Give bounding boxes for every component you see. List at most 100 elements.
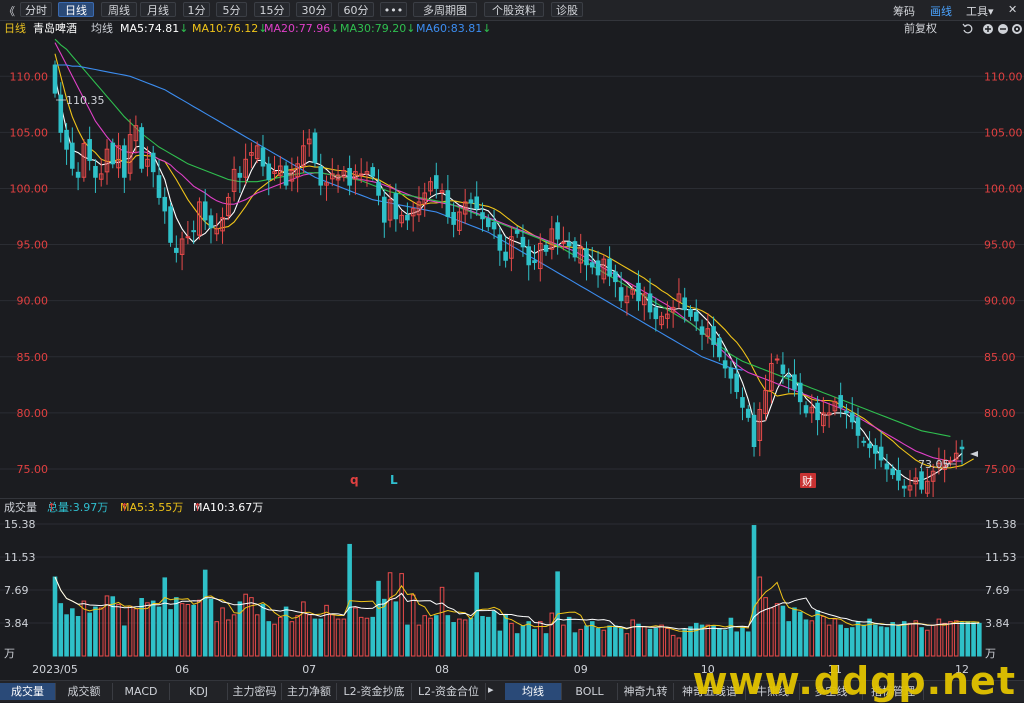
volume-bar-2 [64,614,69,657]
ma5-value: MA5:74.81↓ [120,22,189,35]
volume-bar-130 [803,619,809,657]
draw-line-button[interactable]: 画线 [930,3,952,19]
period-button-1[interactable]: 日线 [58,2,94,17]
volume-bar-147 [901,621,907,657]
price-tick-right-5: 85.00 [984,351,1016,364]
overlay-tab-2[interactable]: 神奇九转 [618,683,674,700]
close-icon[interactable]: ✕ [1008,3,1017,16]
period-button-4[interactable]: 1分 [183,2,210,17]
volume-bar-57 [382,598,387,657]
volume-bar-74 [480,616,485,657]
candle-132 [815,402,820,421]
volume-bar-72 [468,617,474,657]
svg-text:110.35: 110.35 [66,94,105,107]
volume-bar-32 [237,601,243,657]
settings-icon[interactable] [1012,24,1022,34]
period-button-11[interactable]: 个股资料 [484,2,544,17]
candle-7 [93,165,98,178]
candle-61 [405,214,410,221]
zoom-in-icon[interactable] [983,24,993,34]
volume-chart[interactable]: 15.38 15.3811.53 11.537.69 7.693.84 3.84万万 2… [0,516,1024,680]
candle-0 [52,64,58,94]
volume-bar-83 [532,628,537,657]
volume-bar-78 [503,614,508,657]
candle-139 [855,417,861,436]
overlay-tab-1[interactable]: BOLL [562,683,618,700]
volume-tick-right-3: 3.84 [985,617,1010,630]
price-tick-left-1: 105.00 [10,126,49,139]
period-button-12[interactable]: 诊股 [551,2,583,17]
volume-bar-128 [792,607,797,657]
watermark: www.ddgp.net [692,659,1016,703]
period-button-6[interactable]: 15分 [254,2,290,17]
volume-bar-76 [491,610,497,657]
date-tick-2: 07 [302,663,316,676]
l-marker: L [390,473,398,487]
candle-32 [237,172,243,178]
scroll-right-icon[interactable]: ▸ [488,683,494,696]
volume-bar-81 [520,625,526,657]
volume-bar-143 [878,626,884,657]
indicator-tab-5[interactable]: 主力净额 [282,683,337,700]
volume-bar-85 [543,633,549,657]
indicator-tab-2[interactable]: MACD [113,683,170,700]
candle-89 [566,241,572,247]
volume-bar-12 [122,625,127,657]
chips-button[interactable]: 筹码 [893,3,915,19]
candle-146 [896,470,901,481]
volume-bar-7 [93,606,98,657]
adjust-selector[interactable]: 前复权 [904,21,937,37]
candle-141 [867,443,872,449]
candle-129 [797,382,803,403]
candle-140 [861,440,867,443]
candle-126 [780,364,786,375]
undo-icon[interactable] [962,23,973,34]
volume-bar-160 [977,622,982,657]
q-marker: q [350,473,359,487]
volume-bar-59 [393,601,399,657]
volume-bar-140 [861,624,867,657]
indicator-tab-4[interactable]: 主力密码 [228,683,282,700]
period-button-7[interactable]: 30分 [296,2,332,17]
period-label: 日线 [4,22,26,35]
indicator-tab-1[interactable]: 成交额 [56,683,113,700]
indicator-tab-6[interactable]: L2-资金抄底 [337,683,412,700]
candle-130 [803,405,809,414]
candle-78 [503,251,508,261]
candle-136 [838,395,843,408]
volume-bar-127 [786,621,791,657]
period-button-9[interactable]: ••• [380,2,407,17]
volume-bar-17 [150,600,156,657]
period-button-8[interactable]: 60分 [338,2,374,17]
period-button-3[interactable]: 月线 [140,2,176,17]
price-tick-left-4: 90.00 [17,295,49,308]
candle-4 [75,171,81,178]
period-button-5[interactable]: 5分 [216,2,247,17]
candle-116 [722,360,728,369]
finance-marker[interactable]: 财 [800,473,816,488]
price-chart[interactable]: 110.00 110.00 105.00 105.00 100.00 100.00 95.0… [0,37,1024,497]
indicator-tab-0[interactable]: 成交量 [0,683,56,700]
candle-57 [382,196,387,223]
zoom-out-icon[interactable] [998,24,1008,34]
period-button-10[interactable]: 多周期图 [413,2,477,17]
tools-menu-button[interactable]: 工具▾ [966,3,994,19]
candle-80 [514,230,520,234]
indicator-tab-7[interactable]: L2-资金合位 [412,683,486,700]
volume-bar-55 [370,616,376,657]
candle-81 [520,236,526,248]
volume-bar-142 [873,624,878,657]
date-tick-3: 08 [435,663,449,676]
line-type-label[interactable]: 均线 [91,21,113,37]
candle-23 [185,236,191,239]
overlay-tab-0[interactable]: 均线 [505,683,562,700]
volume-bar-80 [514,633,520,657]
back-icon[interactable]: 《 [4,3,15,19]
period-button-2[interactable]: 周线 [101,2,137,17]
period-button-0[interactable]: 分时 [20,2,52,17]
volume-bar-126 [780,605,786,657]
indicator-tab-3[interactable]: KDJ [170,683,228,700]
candle-145 [890,468,895,476]
candle-114 [711,326,716,345]
candle-117 [728,367,734,379]
